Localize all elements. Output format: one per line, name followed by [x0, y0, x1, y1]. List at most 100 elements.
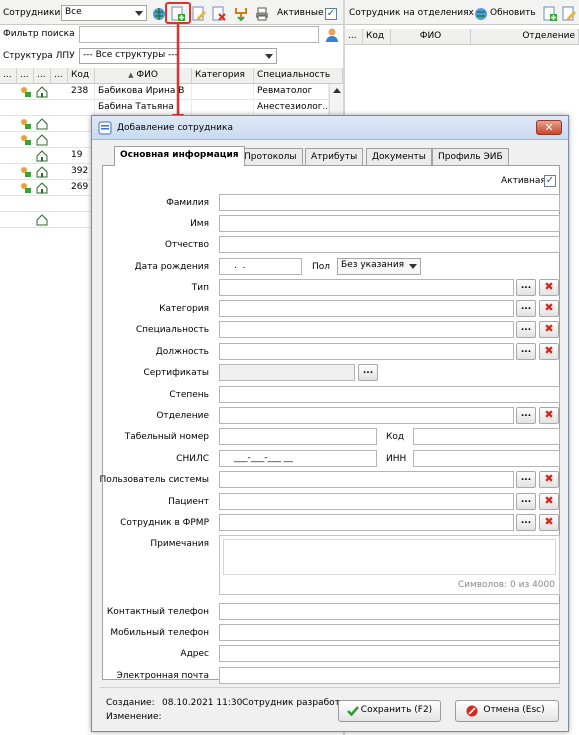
- active-checkbox[interactable]: ✓: [544, 175, 556, 187]
- system-user-input[interactable]: [219, 471, 514, 488]
- save-button[interactable]: Сохранить (F2): [338, 700, 441, 722]
- specialty-label: Специальность: [135, 325, 209, 335]
- user-search-icon[interactable]: [324, 27, 340, 43]
- system-user-label: Пользователь системы: [99, 475, 209, 485]
- refresh-button[interactable]: Обновить: [490, 8, 536, 18]
- frmr-clear-button[interactable]: ✖: [539, 514, 559, 531]
- dept-col-department[interactable]: Отделение: [471, 29, 579, 45]
- surname-input[interactable]: [219, 194, 560, 211]
- system-user-clear-button[interactable]: ✖: [539, 471, 559, 488]
- cancel-button[interactable]: Отмена (Esc): [455, 700, 559, 722]
- col-header-1[interactable]: ...: [0, 68, 17, 84]
- specialty-clear-button[interactable]: ✖: [539, 321, 559, 338]
- dept-col-1[interactable]: ...: [345, 29, 363, 45]
- dept-col-code[interactable]: Код: [363, 29, 391, 45]
- tab-number-input[interactable]: [219, 428, 377, 445]
- snils-input[interactable]: ___-___-___ __: [219, 450, 377, 467]
- email-label: Электронная почта: [116, 671, 210, 681]
- specialty-pick-button[interactable]: ...: [516, 321, 536, 338]
- patronymic-input[interactable]: [219, 236, 560, 253]
- col-header-fio-label: ФИО: [136, 70, 158, 80]
- employee-filter-select[interactable]: Все: [61, 5, 147, 21]
- created-label: Создание:: [106, 698, 155, 708]
- inn-input[interactable]: [413, 450, 560, 467]
- add-department-icon[interactable]: [542, 6, 558, 22]
- department-input[interactable]: [219, 407, 514, 424]
- tab-eib-profile[interactable]: Профиль ЭИБ: [432, 148, 509, 165]
- contact-phone-input[interactable]: [219, 603, 560, 620]
- patient-clear-button[interactable]: ✖: [539, 493, 559, 510]
- col-header-4[interactable]: ...: [51, 68, 68, 84]
- scroll-up-icon[interactable]: [333, 88, 341, 93]
- department-clear-button[interactable]: ✖: [539, 407, 559, 424]
- notes-textarea[interactable]: [223, 539, 556, 575]
- tab-protocols[interactable]: Протоколы: [238, 148, 303, 165]
- house-icon: [36, 150, 48, 162]
- refresh-icon[interactable]: [473, 6, 489, 22]
- frmr-input[interactable]: [219, 514, 514, 531]
- position-input[interactable]: [219, 343, 514, 360]
- patient-input[interactable]: [219, 493, 514, 510]
- certificates-pick-button[interactable]: ...: [358, 364, 378, 381]
- col-header-category[interactable]: Категория: [192, 68, 254, 84]
- house-icon: [36, 86, 48, 98]
- departments-grid-header: ... Код ФИО Отделение: [345, 29, 579, 45]
- system-user-pick-button[interactable]: ...: [516, 471, 536, 488]
- close-button[interactable]: ✕: [536, 120, 562, 135]
- merge-icon[interactable]: [233, 6, 249, 22]
- search-input[interactable]: [79, 26, 319, 43]
- specialty-input[interactable]: [219, 321, 514, 338]
- birth-date-input[interactable]: . .: [219, 258, 302, 275]
- active-only-checkbox[interactable]: ✓: [325, 8, 337, 20]
- patient-pick-button[interactable]: ...: [516, 493, 536, 510]
- dialog-title: Добавление сотрудника: [117, 123, 233, 133]
- col-header-2[interactable]: ...: [17, 68, 34, 84]
- dialog-titlebar[interactable]: Добавление сотрудника ✕: [92, 116, 568, 140]
- mobile-phone-input[interactable]: [219, 624, 560, 641]
- edit-employee-icon[interactable]: [191, 6, 207, 22]
- annotation-arrow: [172, 22, 184, 128]
- department-label: Отделение: [156, 411, 209, 421]
- house-icon: [36, 118, 48, 130]
- doctor-icon: [21, 135, 31, 145]
- tab-number-label: Табельный номер: [124, 432, 209, 442]
- type-input[interactable]: [219, 279, 514, 296]
- category-pick-button[interactable]: ...: [516, 300, 536, 317]
- edit-department-icon[interactable]: [561, 6, 577, 22]
- address-input[interactable]: [219, 645, 560, 662]
- type-clear-button[interactable]: ✖: [539, 279, 559, 296]
- patient-label: Пациент: [168, 497, 209, 507]
- col-header-code[interactable]: Код: [68, 68, 95, 84]
- degree-input[interactable]: [219, 386, 560, 403]
- email-input[interactable]: [219, 667, 560, 684]
- contact-phone-label: Контактный телефон: [106, 607, 209, 617]
- chevron-down-icon: [135, 11, 143, 16]
- delete-employee-icon[interactable]: [211, 6, 227, 22]
- department-pick-button[interactable]: ...: [516, 407, 536, 424]
- address-label: Адрес: [180, 649, 209, 659]
- name-input[interactable]: [219, 215, 560, 232]
- frmr-label: Сотрудник в ФРМР: [120, 518, 209, 528]
- category-clear-button[interactable]: ✖: [539, 300, 559, 317]
- cancel-label: Отмена (Esc): [483, 705, 545, 715]
- cell-code: [68, 100, 95, 116]
- tab-documents[interactable]: Документы: [366, 148, 432, 165]
- col-header-specialty[interactable]: Специальность: [254, 68, 343, 84]
- gender-select[interactable]: Без указания: [337, 258, 421, 275]
- code-input[interactable]: [413, 428, 560, 445]
- category-input[interactable]: [219, 300, 514, 317]
- frmr-pick-button[interactable]: ...: [516, 514, 536, 531]
- type-label: Тип: [191, 283, 209, 293]
- position-label: Должность: [155, 347, 209, 357]
- footer-divider: [100, 687, 560, 688]
- snils-mask: ___-___-___ __: [234, 453, 293, 463]
- type-pick-button[interactable]: ...: [516, 279, 536, 296]
- tab-main-info[interactable]: Основная информация: [114, 146, 245, 166]
- print-icon[interactable]: [254, 6, 270, 22]
- position-pick-button[interactable]: ...: [516, 343, 536, 360]
- dept-col-fio[interactable]: ФИО: [391, 29, 471, 45]
- position-clear-button[interactable]: ✖: [539, 343, 559, 360]
- tab-attributes[interactable]: Атрибуты: [305, 148, 364, 165]
- cancel-icon: [466, 705, 478, 717]
- col-header-3[interactable]: ...: [34, 68, 51, 84]
